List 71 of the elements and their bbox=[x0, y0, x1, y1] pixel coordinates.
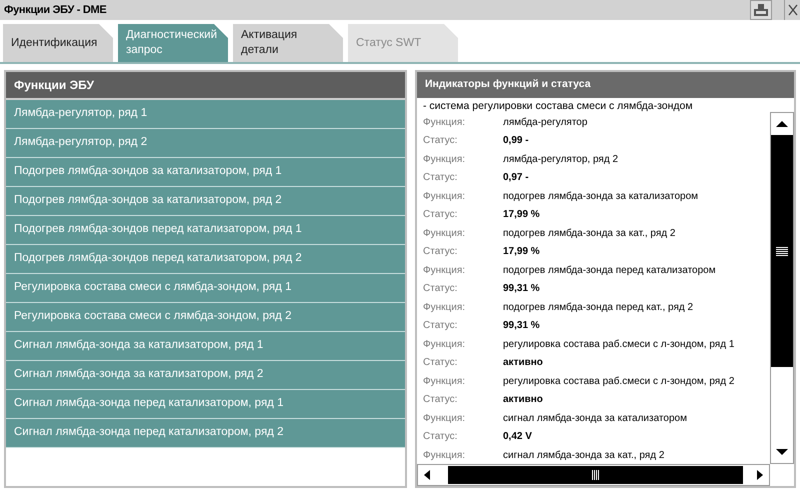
right-arrow-icon bbox=[757, 470, 763, 480]
field-label: Функция: bbox=[423, 226, 466, 240]
scrollbar-thumb[interactable] bbox=[771, 135, 793, 367]
status-value: 17,99 % bbox=[503, 244, 540, 258]
status-value: 0,99 - bbox=[503, 134, 529, 148]
vertical-scrollbar[interactable] bbox=[770, 112, 794, 464]
up-arrow-icon bbox=[776, 121, 788, 127]
field-label: Функция: bbox=[423, 190, 466, 204]
down-arrow-icon bbox=[776, 449, 788, 455]
function-value: подогрев лямбда-зонда перед кат., ряд 2 bbox=[503, 300, 694, 314]
function-value: лямбда-регулятор, ряд 2 bbox=[503, 152, 618, 166]
field-label: Статус: bbox=[423, 392, 458, 406]
function-list-item[interactable]: Сигнал лямбда-зонда перед катализатором, ряд 1 bbox=[6, 390, 405, 419]
function-list-item[interactable]: Подогрев лямбда-зондов за катализатором, ряд 2 bbox=[6, 187, 405, 216]
function-value: лямбда-регулятор bbox=[503, 116, 588, 130]
function-value: сигнал лямбда-зонда за катализатором bbox=[503, 412, 687, 426]
status-value: активно bbox=[503, 356, 543, 370]
status-value: 0,97 - bbox=[503, 170, 529, 184]
panel-header: Индикаторы функций и статуса bbox=[417, 72, 794, 98]
function-value: подогрев лямбда-зонда за катализатором bbox=[503, 190, 698, 204]
field-label: Статус: bbox=[423, 356, 458, 370]
window-title: Функции ЭБУ - DME bbox=[4, 2, 106, 18]
field-label: Функция: bbox=[423, 264, 466, 278]
function-list-item[interactable]: Лямбда-регулятор, ряд 2 bbox=[6, 129, 405, 158]
field-label: Статус: bbox=[423, 318, 458, 332]
field-label: Функция: bbox=[423, 412, 466, 426]
horizontal-scrollbar[interactable] bbox=[417, 464, 770, 486]
function-list-item[interactable]: Регулировка состава смеси с лямбда-зондом, ряд 2 bbox=[6, 303, 405, 332]
function-list-item[interactable]: Подогрев лямбда-зондов перед катализатором, ряд 2 bbox=[6, 245, 405, 274]
status-value: 0,42 V bbox=[503, 430, 532, 444]
grip-icon bbox=[776, 246, 788, 256]
print-icon bbox=[754, 4, 768, 16]
tab[interactable]: Идентификация bbox=[3, 24, 113, 62]
status-value: активно bbox=[503, 392, 543, 406]
function-list-item[interactable]: Подогрев лямбда-зондов за катализатором, ряд 1 bbox=[6, 158, 405, 187]
function-list-item[interactable]: Сигнал лямбда-зонда за катализатором, ряд 2 bbox=[6, 361, 405, 390]
function-value: подогрев лямбда-зонда перед катализатором bbox=[503, 264, 716, 278]
close-icon bbox=[788, 4, 798, 16]
function-value: регулировка состава раб.смеси с л-зондом, ряд 1 bbox=[503, 338, 734, 352]
status-value: 17,99 % bbox=[503, 208, 540, 222]
function-list-item[interactable]: Сигнал лямбда-зонда перед катализатором, ряд 2 bbox=[6, 419, 405, 448]
field-label: Функция: bbox=[423, 338, 466, 352]
print-button[interactable] bbox=[750, 0, 772, 20]
field-label: Статус: bbox=[423, 282, 458, 296]
function-list-item[interactable]: Лямбда-регулятор, ряд 1 bbox=[6, 100, 405, 129]
close-button[interactable] bbox=[784, 0, 800, 20]
field-label: Статус: bbox=[423, 244, 458, 258]
function-value: регулировка состава раб.смеси с л-зондом, ряд 2 bbox=[503, 374, 734, 388]
function-list-item[interactable]: Подогрев лямбда-зондов перед катализатором, ряд 1 bbox=[6, 216, 405, 245]
field-label: Статус: bbox=[423, 430, 458, 444]
status-value: 99,31 % bbox=[503, 318, 540, 332]
scrollbar-thumb[interactable] bbox=[448, 466, 743, 484]
field-label: Статус: bbox=[423, 170, 458, 184]
field-label: Функция: bbox=[423, 152, 466, 166]
group-title: - система регулировки состава смеси с лямбда-зондом bbox=[423, 99, 694, 113]
tab[interactable]: Активация детали bbox=[233, 24, 343, 62]
field-label: Функция: bbox=[423, 374, 466, 388]
grip-icon bbox=[592, 470, 600, 480]
field-label: Статус: bbox=[423, 134, 458, 148]
panel-header: Функции ЭБУ bbox=[6, 72, 405, 100]
status-value: 99,31 % bbox=[503, 282, 540, 296]
field-label: Функция: bbox=[423, 300, 466, 314]
function-value: сигнал лямбда-зонда за кат., ряд 2 bbox=[503, 448, 664, 462]
field-label: Функция: bbox=[423, 116, 466, 130]
function-list-item[interactable]: Регулировка состава смеси с лямбда-зондом, ряд 1 bbox=[6, 274, 405, 303]
field-label: Функция: bbox=[423, 448, 466, 462]
left-arrow-icon bbox=[424, 470, 430, 480]
tab[interactable]: Диагностический запрос bbox=[118, 24, 228, 62]
function-value: подогрев лямбда-зонда за кат., ряд 2 bbox=[503, 226, 676, 240]
function-list-item[interactable]: Сигнал лямбда-зонда за катализатором, ряд 1 bbox=[6, 332, 405, 361]
field-label: Статус: bbox=[423, 208, 458, 222]
